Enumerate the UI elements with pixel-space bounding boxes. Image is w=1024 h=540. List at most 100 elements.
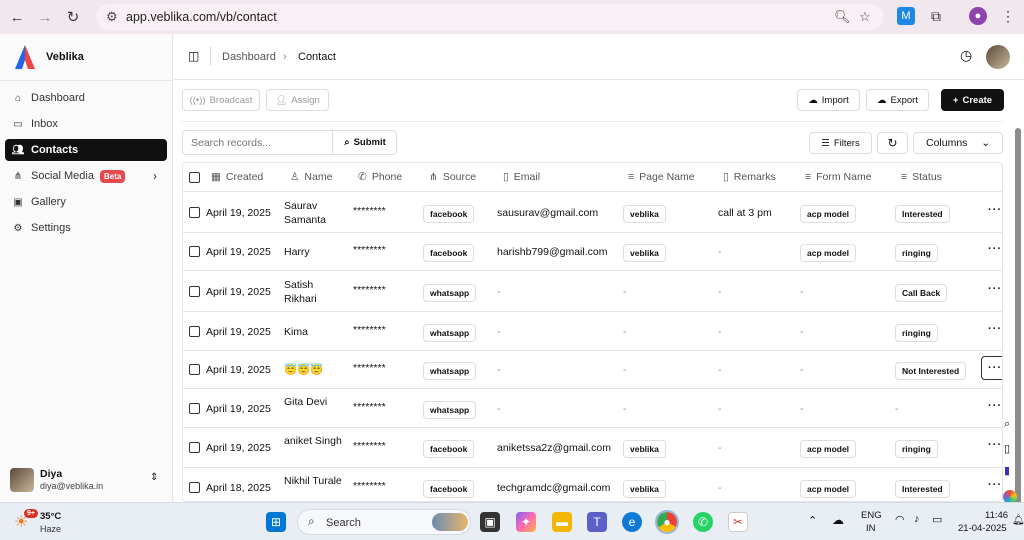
row-checkbox[interactable] [189,286,200,297]
sidepanel-search-icon[interactable]: ⌕ [1004,418,1010,431]
table-row[interactable]: April 19, 2025 😇😇😇 ******** whatsapp - - - - Not… [183,351,1002,389]
volume-icon[interactable]: ♪ [914,513,920,525]
file-explorer-icon[interactable]: ▬ [552,512,572,532]
teams-icon[interactable]: T [587,512,607,532]
extension-m-icon[interactable]: M [897,7,915,25]
address-bar[interactable]: ⚙ app.veblika.com/vb/contact 🔍︎ ☆ [96,4,884,30]
table-row[interactable]: April 18, 2025 Nikhil Turale ******** faceb… [183,468,1002,501]
table-row[interactable]: April 19, 2025 aniket Singh ******** facebo… [183,428,1002,468]
row-checkbox[interactable] [189,364,200,375]
contact-name[interactable]: Saurav Samanta [284,199,346,227]
weather-desc[interactable]: Haze [40,524,61,534]
column-header-status[interactable]: ≡ Status [901,171,942,183]
column-header-email[interactable]: ▯ Email [503,171,540,183]
column-header-created[interactable]: ▦ Created [211,171,263,183]
status-badge[interactable]: ringing [895,440,938,458]
edge-icon[interactable]: e [622,512,642,532]
row-checkbox[interactable] [189,442,200,453]
snipping-tool-icon[interactable]: ✂ [728,512,748,532]
status-badge[interactable]: Not Interested [895,362,967,380]
contact-name[interactable]: Gita Devi [284,395,346,409]
copilot-icon[interactable]: ✦ [516,512,536,532]
zoom-icon[interactable]: 🔍︎ [834,9,851,25]
assign-button[interactable]: 👤︎ Assign [266,89,329,111]
browser-menu-icon[interactable]: ⋮ [999,7,1017,25]
onedrive-cloud-icon[interactable]: ☁ [832,513,844,527]
select-all-checkbox[interactable] [189,172,200,183]
column-header-page-name[interactable]: ≡ Page Name [628,171,695,183]
filters-button[interactable]: ☰ Filters [809,132,872,154]
contact-name[interactable]: aniket Singh [284,434,346,448]
table-row[interactable]: April 19, 2025 Kima ******** whatsapp - - - - ri… [183,312,1002,351]
row-actions-menu-icon[interactable]: ··· [988,400,1002,412]
table-row[interactable]: April 19, 2025 Satish Rikhari ******** what… [183,271,1002,312]
row-checkbox[interactable] [189,482,200,493]
column-header-phone[interactable]: ✆ Phone [358,171,402,183]
column-header-name[interactable]: ♙ Name [290,171,332,183]
row-checkbox[interactable] [189,207,200,218]
chevron-up-down-icon[interactable]: ⇕ [150,472,158,483]
export-button[interactable]: ☁ Export [866,89,929,111]
language-line2[interactable]: IN [866,523,876,534]
table-row[interactable]: April 19, 2025 Saurav Samanta ******** face… [183,192,1002,233]
bookmark-icon[interactable]: ▮ [1004,464,1010,477]
task-view-icon[interactable]: ▣ [480,512,500,532]
broadcast-button[interactable]: ((•)) Broadcast [182,89,260,111]
row-checkbox[interactable] [189,326,200,337]
clock-date[interactable]: 21-04-2025 [958,523,1007,534]
battery-icon[interactable]: ▭ [932,513,942,526]
refresh-button[interactable]: ↻ [877,132,908,154]
contact-name[interactable]: Nikhil Turale [284,474,346,488]
weather-temp[interactable]: 35°C [40,511,61,522]
profile-avatar-icon[interactable]: ● [969,7,987,25]
column-header-form-name[interactable]: ≡ Form Name [805,171,872,183]
table-row[interactable]: April 19, 2025 Gita Devi ******** whatsapp -… [183,389,1002,428]
chevron-right-icon[interactable]: › [153,169,157,183]
sidebar-item-contacts[interactable]: 👥︎ Contacts [5,139,167,161]
search-input[interactable] [183,131,333,154]
submit-button[interactable]: ⌕ Submit [334,131,396,154]
sidebar-item-inbox[interactable]: ▭ Inbox [5,113,167,135]
windows-start-icon[interactable]: ⊞ [266,512,286,532]
status-badge[interactable]: Interested [895,480,950,498]
status-badge[interactable]: ringing [895,244,938,262]
contact-name[interactable]: Harry [284,245,346,259]
contact-name[interactable]: Kima [284,325,346,339]
sidebar-item-social-media[interactable]: ⋔ Social Media Beta › [5,165,167,187]
create-button[interactable]: + Create [941,89,1004,111]
extensions-puzzle-icon[interactable]: ⧉ [927,7,945,25]
sidebar-item-dashboard[interactable]: ⌂ Dashboard [5,87,167,109]
table-row[interactable]: April 19, 2025 Harry ******** facebook haris… [183,233,1002,271]
chevron-up-icon[interactable]: ⌃ [808,514,817,527]
contact-name[interactable]: Satish Rikhari [284,278,346,306]
row-actions-menu-icon[interactable]: ··· [988,323,1002,335]
taskbar-search[interactable]: ⌕ Search [297,509,471,535]
row-checkbox[interactable] [189,246,200,257]
bookmark-star-icon[interactable]: ☆ [859,9,871,25]
row-checkbox[interactable] [189,403,200,414]
breadcrumb-dashboard[interactable]: Dashboard [222,51,276,63]
sidebar-toggle-icon[interactable]: ◫ [188,49,199,63]
column-header-source[interactable]: ⋔ Source [429,171,476,183]
url-text[interactable]: app.veblika.com/vb/contact [126,10,277,24]
status-badge[interactable]: ringing [895,324,938,342]
avatar[interactable] [986,45,1010,69]
reload-icon[interactable]: ↻ [62,6,84,28]
row-actions-menu-icon[interactable]: ··· [981,356,1002,380]
row-actions-menu-icon[interactable]: ··· [988,204,1002,216]
user-menu[interactable]: Diya diya@veblika.in ⇕ [10,466,165,494]
row-actions-menu-icon[interactable]: ··· [988,283,1002,295]
sidebar-item-settings[interactable]: ⚙ Settings [5,217,167,239]
back-arrow-icon[interactable]: ← [6,6,28,28]
notification-bell-icon[interactable]: 🔔︎ [1012,515,1024,526]
column-header-remarks[interactable]: ▯ Remarks [723,171,776,183]
columns-dropdown[interactable]: Columns ⌄ [913,132,1003,154]
language-line1[interactable]: ENG [861,510,882,521]
book-icon[interactable]: ▯ [1004,442,1010,455]
sidebar-item-gallery[interactable]: ▣ Gallery [5,191,167,213]
status-badge[interactable]: Interested [895,205,950,223]
site-settings-icon[interactable]: ⚙ [106,9,118,25]
clock-icon[interactable]: ◷ [960,47,972,64]
status-badge[interactable]: Call Back [895,284,948,302]
clock-time[interactable]: 11:46 [985,510,1008,521]
